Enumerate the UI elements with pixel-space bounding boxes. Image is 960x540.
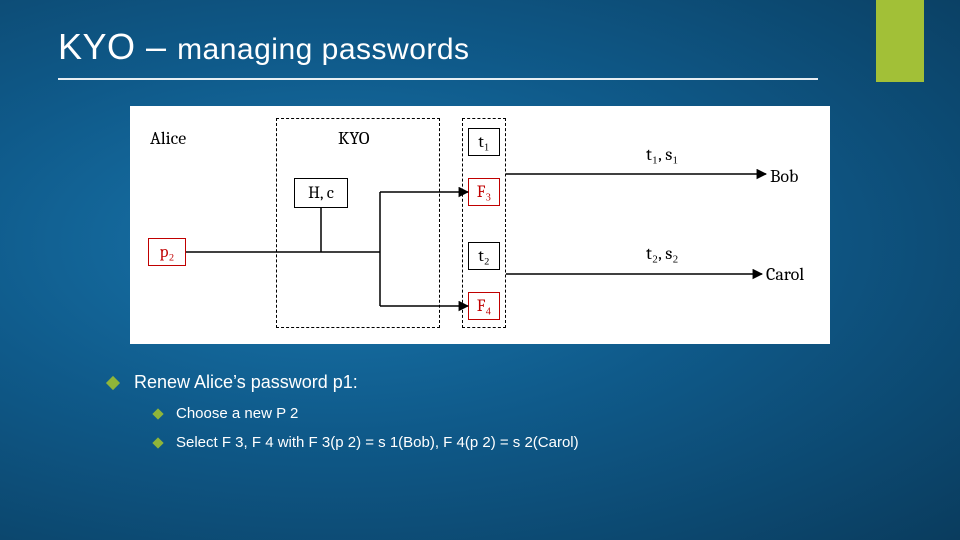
slide-title: KYO – managing passwords [58, 26, 470, 68]
bullet-sub1: Choose a new P 2 [154, 405, 579, 422]
diagram-panel: Alice KYO Bob Carol t₁, s₁ t₂, s₂ p₂ H, … [130, 106, 830, 344]
bullet-sub1-text: Choose a new P 2 [176, 405, 298, 422]
bullet-main-text: Renew Alice’s password p1: [134, 372, 358, 393]
bullet-sub2-text: Select F 3, F 4 with F 3(p 2) = s 1(Bob)… [176, 434, 579, 451]
bullet-icon [152, 408, 163, 419]
bullet-icon [152, 437, 163, 448]
diagram-lines [130, 106, 830, 344]
accent-bar [876, 0, 924, 82]
title-rest: managing passwords [177, 33, 470, 66]
title-underline [58, 78, 818, 80]
bullet-icon [106, 376, 120, 390]
bullet-main: Renew Alice’s password p1: [108, 372, 579, 393]
bullet-list: Renew Alice’s password p1: Choose a new … [108, 372, 579, 463]
bullet-sub2: Select F 3, F 4 with F 3(p 2) = s 1(Bob)… [154, 434, 579, 451]
title-prefix: KYO – [58, 26, 177, 67]
